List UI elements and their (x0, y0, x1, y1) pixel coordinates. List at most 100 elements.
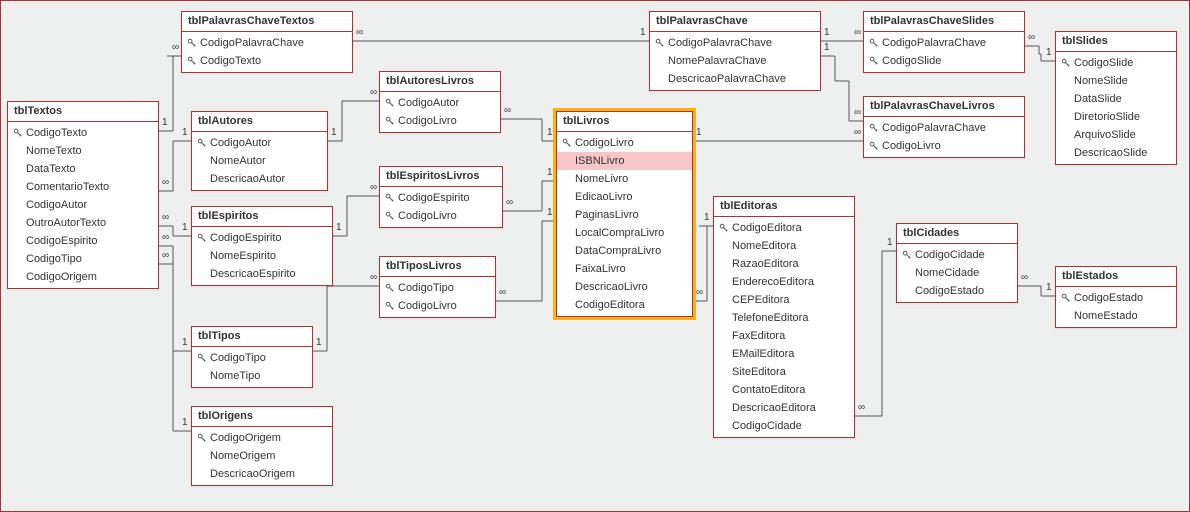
table-title[interactable]: tblEstados (1056, 267, 1176, 287)
table-tblEstados[interactable]: tblEstados CodigoEstadoNomeEstado (1055, 266, 1177, 328)
table-tblLivros[interactable]: tblLivros CodigoLivroISBNLivroNomeLivroEd… (556, 111, 693, 317)
field-row[interactable]: NomeTexto (8, 142, 158, 160)
field-row[interactable]: CodigoLivro (380, 112, 500, 130)
field-row[interactable]: CodigoPalavraChave (650, 34, 820, 52)
table-tblEspiritos[interactable]: tblEspiritos CodigoEspiritoNomeEspiritoDe… (191, 206, 333, 286)
field-row[interactable]: CodigoEspirito (8, 232, 158, 250)
table-title[interactable]: tblPalavrasChaveTextos (182, 12, 352, 32)
field-row[interactable]: NomeLivro (557, 170, 692, 188)
table-title[interactable]: tblCidades (897, 224, 1017, 244)
field-row[interactable]: ContatoEditora (714, 381, 854, 399)
field-row[interactable]: CodigoTexto (182, 52, 352, 70)
table-title[interactable]: tblPalavrasChaveLivros (864, 97, 1024, 117)
field-row[interactable]: DescricaoSlide (1056, 144, 1176, 162)
field-row[interactable]: ArquivoSlide (1056, 126, 1176, 144)
table-title[interactable]: tblTextos (8, 102, 158, 122)
table-tblPalavrasChave[interactable]: tblPalavrasChave CodigoPalavraChaveNomePa… (649, 11, 821, 91)
field-row[interactable]: DescricaoEspirito (192, 265, 332, 283)
field-row[interactable]: NomePalavraChave (650, 52, 820, 70)
table-title[interactable]: tblAutoresLivros (380, 72, 500, 92)
field-row[interactable]: CodigoEspirito (192, 229, 332, 247)
table-title[interactable]: tblSlides (1056, 32, 1176, 52)
table-title[interactable]: tblEspiritos (192, 207, 332, 227)
table-tblPalavrasChaveTextos[interactable]: tblPalavrasChaveTextos CodigoPalavraChave… (181, 11, 353, 73)
field-row[interactable]: CodigoLivro (557, 134, 692, 152)
table-tblEditoras[interactable]: tblEditorasCodigoEditoraNomeEditoraRazao… (713, 196, 855, 438)
table-title[interactable]: tblPalavrasChaveSlides (864, 12, 1024, 32)
field-row[interactable]: NomeAutor (192, 152, 327, 170)
field-row[interactable]: DescricaoPalavraChave (650, 70, 820, 88)
field-row[interactable]: CodigoEditora (557, 296, 692, 314)
table-tblAutoresLivros[interactable]: tblAutoresLivros CodigoAutorCodigoLivro (379, 71, 501, 133)
table-tblPalavrasChaveLivros[interactable]: tblPalavrasChaveLivrosCodigoPalavraChave… (863, 96, 1025, 158)
field-row[interactable]: CodigoLivro (380, 297, 495, 315)
table-tblTextos[interactable]: tblTextosCodigoTextoNomeTextoDataTextoCo… (7, 101, 159, 289)
field-row[interactable]: CodigoAutor (8, 196, 158, 214)
field-row[interactable]: CodigoSlide (1056, 54, 1176, 72)
field-row[interactable]: CodigoCidade (897, 246, 1017, 264)
field-row[interactable]: CodigoLivro (864, 137, 1024, 155)
table-title[interactable]: tblTipos (192, 327, 312, 347)
field-row[interactable]: DataCompraLivro (557, 242, 692, 260)
field-row[interactable]: DataSlide (1056, 90, 1176, 108)
table-tblTipos[interactable]: tblTipos CodigoTipoNomeTipo (191, 326, 313, 388)
table-title[interactable]: tblLivros (557, 112, 692, 132)
field-row[interactable]: NomeEspirito (192, 247, 332, 265)
field-row[interactable]: EdicaoLivro (557, 188, 692, 206)
field-row[interactable]: CodigoOrigem (8, 268, 158, 286)
field-row[interactable]: CodigoSlide (864, 52, 1024, 70)
table-title[interactable]: tblOrigens (192, 407, 332, 427)
table-title[interactable]: tblEditoras (714, 197, 854, 217)
table-tblAutores[interactable]: tblAutores CodigoAutorNomeAutorDescricaoA… (191, 111, 328, 191)
field-row[interactable]: CodigoPalavraChave (182, 34, 352, 52)
field-row[interactable]: CodigoEstado (1056, 289, 1176, 307)
field-row[interactable]: CodigoPalavraChave (864, 34, 1024, 52)
field-row[interactable]: CodigoOrigem (192, 429, 332, 447)
field-row[interactable]: CodigoAutor (192, 134, 327, 152)
field-row[interactable]: CodigoLivro (380, 207, 502, 225)
table-title[interactable]: tblAutores (192, 112, 327, 132)
field-row[interactable]: CEPEditora (714, 291, 854, 309)
field-row[interactable]: SiteEditora (714, 363, 854, 381)
field-row[interactable]: PaginasLivro (557, 206, 692, 224)
field-row[interactable]: CodigoTipo (380, 279, 495, 297)
field-row[interactable]: DiretorioSlide (1056, 108, 1176, 126)
field-row[interactable]: DescricaoOrigem (192, 465, 332, 483)
table-tblEspiritosLivros[interactable]: tblEspiritosLivros CodigoEspiritoCodigoLi… (379, 166, 503, 228)
field-row[interactable]: EMailEditora (714, 345, 854, 363)
field-row[interactable]: NomeEstado (1056, 307, 1176, 325)
field-row[interactable]: EnderecoEditora (714, 273, 854, 291)
field-row[interactable]: NomeSlide (1056, 72, 1176, 90)
field-row[interactable]: CodigoCidade (714, 417, 854, 435)
field-row[interactable]: CodigoEditora (714, 219, 854, 237)
field-row[interactable]: DataTexto (8, 160, 158, 178)
relationship-diagram-canvas[interactable]: tblTextosCodigoTextoNomeTextoDataTextoCo… (1, 1, 1189, 511)
field-row[interactable]: NomeCidade (897, 264, 1017, 282)
table-title[interactable]: tblPalavrasChave (650, 12, 820, 32)
table-tblPalavrasChaveSlides[interactable]: tblPalavrasChaveSlides CodigoPalavraChave… (863, 11, 1025, 73)
table-tblOrigens[interactable]: tblOrigens CodigoOrigemNomeOrigemDescrica… (191, 406, 333, 486)
field-row[interactable]: RazaoEditora (714, 255, 854, 273)
field-row[interactable]: NomeOrigem (192, 447, 332, 465)
field-row[interactable]: LocalCompraLivro (557, 224, 692, 242)
table-tblSlides[interactable]: tblSlides CodigoSlideNomeSlideDataSlideDi… (1055, 31, 1177, 165)
field-row[interactable]: FaxEditora (714, 327, 854, 345)
field-row[interactable]: OutroAutorTexto (8, 214, 158, 232)
field-row[interactable]: TelefoneEditora (714, 309, 854, 327)
table-tblTiposLivros[interactable]: tblTiposLivros CodigoTipoCodigoLivro (379, 256, 496, 318)
field-row[interactable]: CodigoEstado (897, 282, 1017, 300)
field-row[interactable]: ComentarioTexto (8, 178, 158, 196)
field-row[interactable]: ISBNLivro (557, 152, 692, 170)
table-tblCidades[interactable]: tblCidades CodigoCidadeNomeCidadeCodigoEs… (896, 223, 1018, 303)
field-row[interactable]: CodigoTipo (192, 349, 312, 367)
field-row[interactable]: CodigoEspirito (380, 189, 502, 207)
table-title[interactable]: tblEspiritosLivros (380, 167, 502, 187)
field-row[interactable]: DescricaoEditora (714, 399, 854, 417)
field-row[interactable]: CodigoAutor (380, 94, 500, 112)
field-row[interactable]: FaixaLivro (557, 260, 692, 278)
field-row[interactable]: NomeTipo (192, 367, 312, 385)
field-row[interactable]: DescricaoLivro (557, 278, 692, 296)
table-title[interactable]: tblTiposLivros (380, 257, 495, 277)
field-row[interactable]: CodigoTipo (8, 250, 158, 268)
field-row[interactable]: DescricaoAutor (192, 170, 327, 188)
